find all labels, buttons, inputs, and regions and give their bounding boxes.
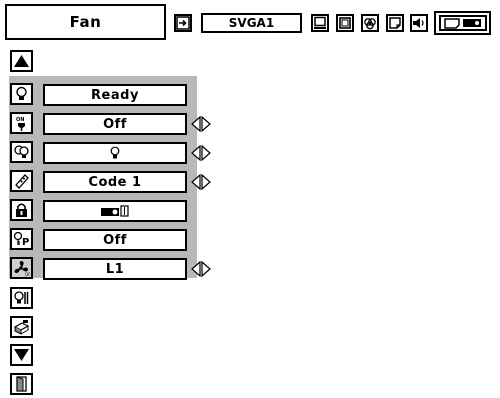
svg-text:OFF: OFF	[25, 272, 30, 276]
power-management-icon[interactable]: ON	[10, 112, 33, 134]
lamp-status-icon[interactable]	[10, 83, 33, 105]
menu-value-power-management[interactable]: Off	[43, 113, 187, 135]
projector-glyph-icon	[101, 205, 129, 217]
left-right-arrows-icon[interactable]	[190, 259, 212, 279]
input-icon[interactable]	[174, 14, 192, 32]
computer-icon[interactable]	[311, 14, 329, 32]
pc-adjust-icon[interactable]	[386, 14, 404, 32]
menu-value-lamp-status: Ready	[43, 84, 187, 106]
left-right-arrows-icon[interactable]	[190, 172, 212, 192]
menu-value-lamp-control[interactable]	[43, 142, 187, 164]
svg-text:ON: ON	[16, 117, 24, 123]
left-right-arrows-icon[interactable]	[190, 143, 212, 163]
down-triangle-icon[interactable]	[10, 344, 33, 366]
screen-icon[interactable]	[336, 14, 354, 32]
exit-door-icon[interactable]	[10, 373, 33, 395]
lamp-glyph-icon	[110, 146, 120, 159]
image-adjust-icon[interactable]	[361, 14, 379, 32]
svg-text:P: P	[22, 237, 29, 247]
up-triangle-icon[interactable]	[10, 50, 33, 72]
menu-value-key-lock[interactable]	[43, 200, 187, 222]
key-lock-icon[interactable]	[10, 199, 33, 221]
menu-value-pin-code-lock[interactable]: Off	[43, 229, 187, 251]
left-right-arrows-icon[interactable]	[190, 114, 212, 134]
fan-icon[interactable]: OFF	[10, 257, 33, 279]
sound-icon[interactable]	[410, 14, 428, 32]
pin-code-lock-icon[interactable]: P	[10, 228, 33, 250]
lamp-control-icon[interactable]	[10, 141, 33, 163]
menu-value-remote-control[interactable]: Code 1	[43, 171, 187, 193]
remote-control-icon[interactable]	[10, 170, 33, 192]
filter-counter-icon[interactable]	[10, 316, 33, 338]
menu-value-fan[interactable]: L1	[43, 258, 187, 280]
setting-icon[interactable]	[434, 11, 491, 35]
lamp-counter-icon[interactable]	[10, 287, 33, 309]
menu-title: Fan	[5, 4, 166, 40]
source-name: SVGA1	[201, 13, 302, 33]
